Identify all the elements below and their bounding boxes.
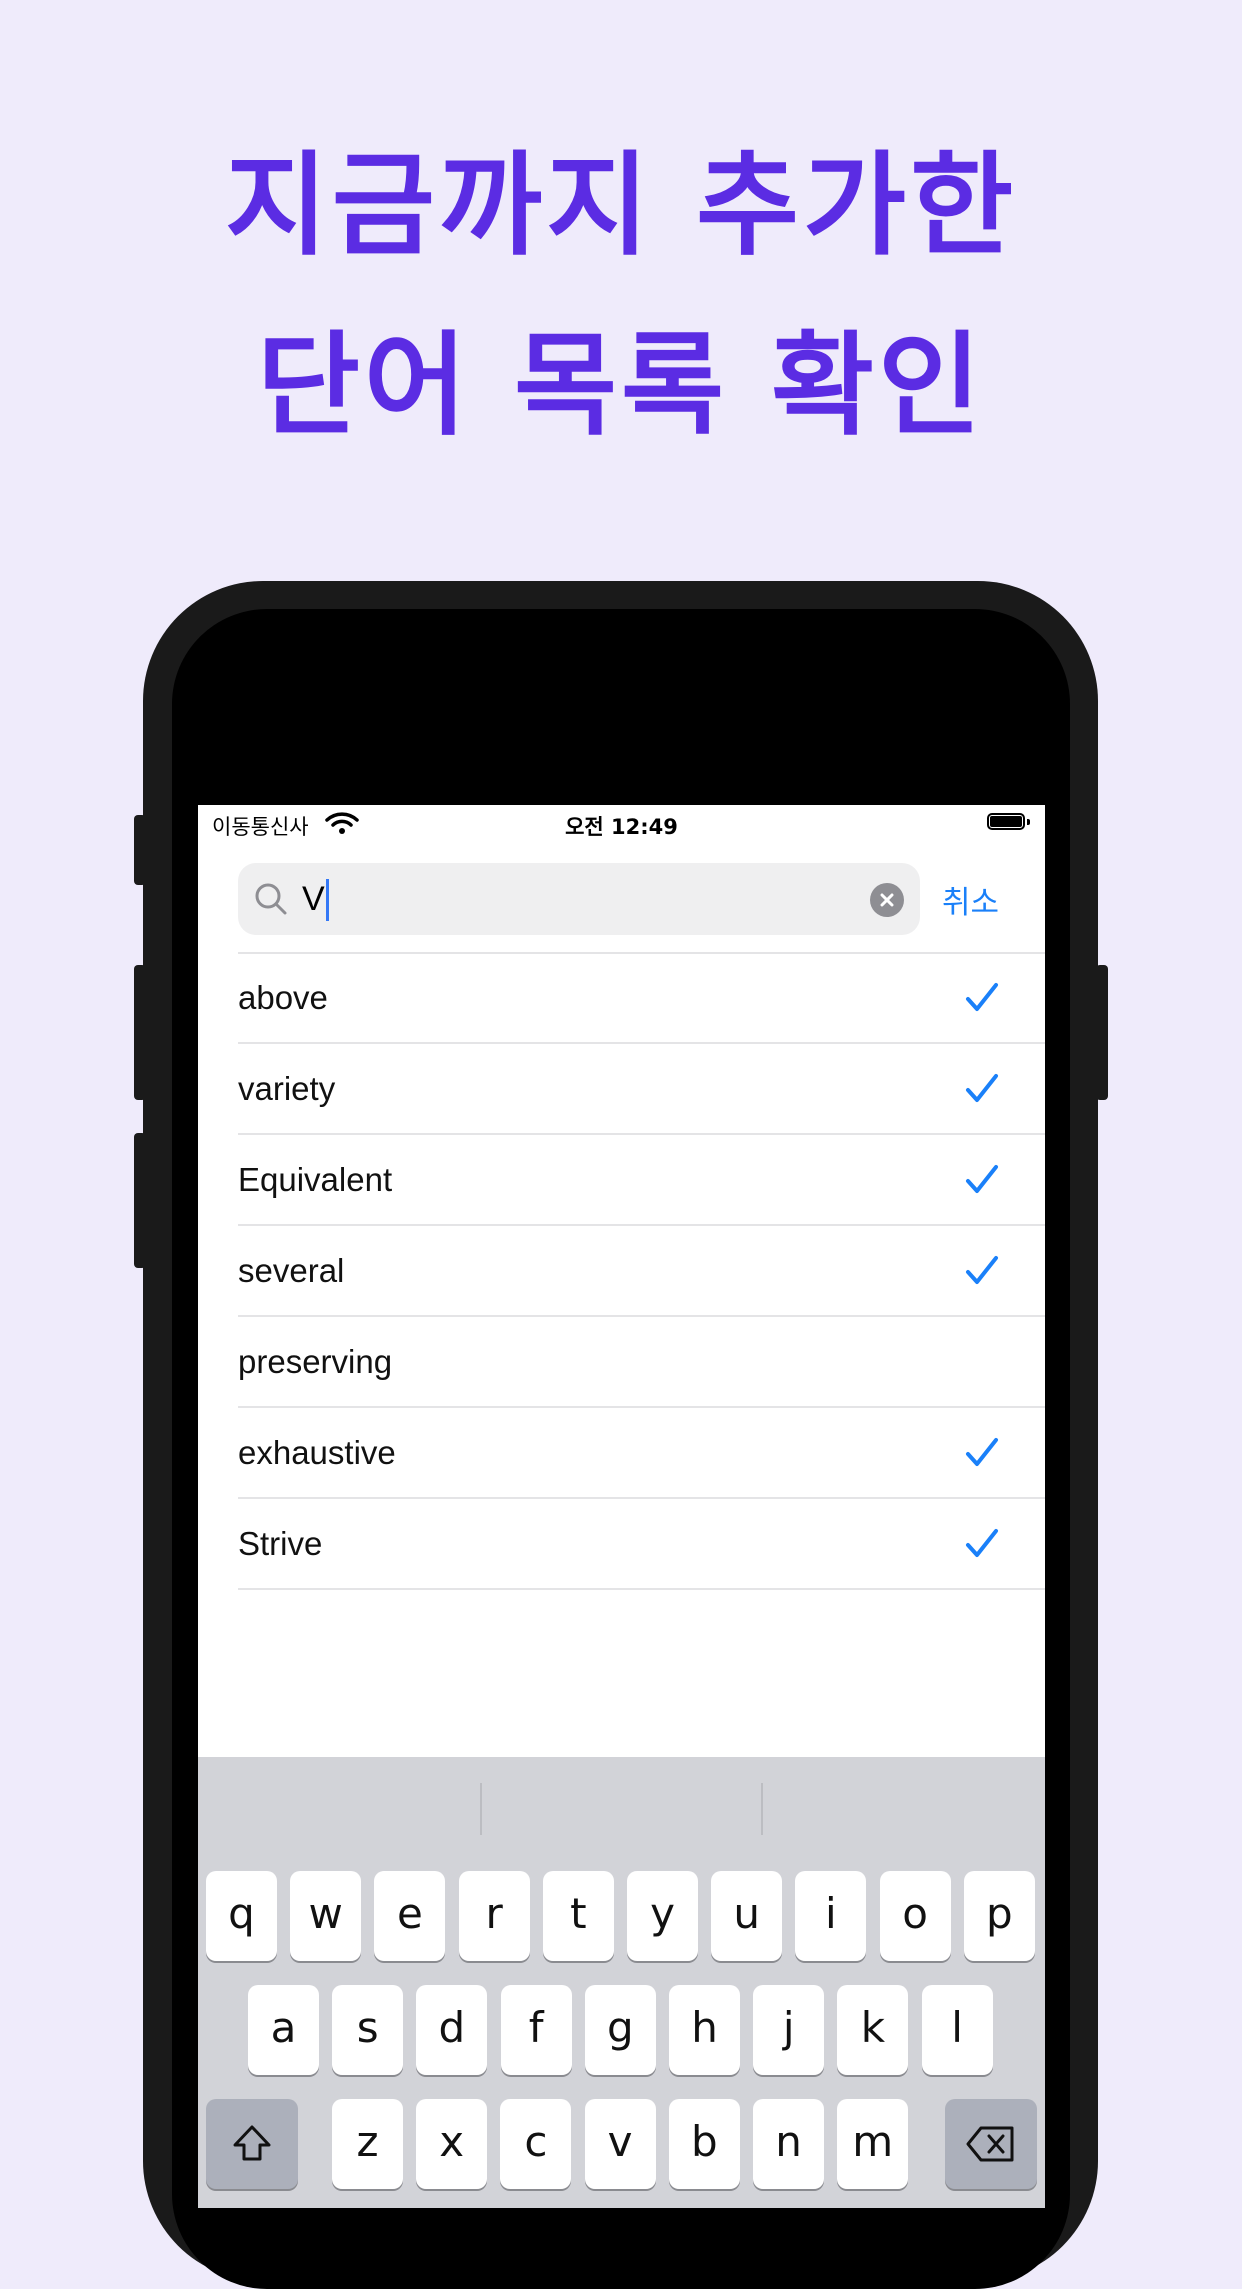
checkmark-icon: [966, 983, 998, 1011]
key-t[interactable]: t: [542, 1871, 614, 1961]
search-bar[interactable]: [238, 863, 920, 935]
key-i[interactable]: i: [795, 1871, 867, 1961]
volume-down-button: [134, 1133, 146, 1268]
key-m[interactable]: m: [837, 2099, 909, 2189]
backspace-icon: [966, 2126, 1014, 2162]
headline-line-1: 지금까지 추가한: [224, 141, 1018, 271]
word-row[interactable]: Equivalent: [198, 1135, 1045, 1226]
close-icon: [880, 893, 894, 907]
key-a[interactable]: a: [248, 1985, 319, 2075]
word-label: several: [238, 1252, 345, 1289]
row-separator: [238, 1588, 1045, 1590]
status-bar: 이동통신사 오전 12:49: [198, 805, 1045, 845]
text-caret: [326, 879, 329, 921]
shift-key[interactable]: [206, 2099, 298, 2189]
word-row[interactable]: exhaustive: [198, 1408, 1045, 1499]
key-d[interactable]: d: [416, 1985, 488, 2075]
key-s[interactable]: s: [332, 1985, 404, 2075]
word-label: above: [238, 979, 328, 1016]
word-label: Equivalent: [238, 1161, 393, 1198]
key-h[interactable]: h: [669, 1985, 740, 2075]
word-row[interactable]: preserving: [198, 1317, 1045, 1408]
shift-icon: [233, 2125, 271, 2161]
word-row[interactable]: variety: [198, 1044, 1045, 1135]
key-k[interactable]: k: [837, 1985, 909, 2075]
word-label: preserving: [238, 1343, 393, 1380]
word-label: exhaustive: [238, 1434, 396, 1471]
key-r[interactable]: r: [458, 1871, 530, 1961]
key-j[interactable]: j: [753, 1985, 825, 2075]
word-row[interactable]: Strive: [198, 1499, 1045, 1590]
word-list: above variety Equivalent several preserving e…: [198, 953, 1045, 1590]
key-l[interactable]: l: [921, 1985, 993, 2075]
word-row[interactable]: several: [198, 1226, 1045, 1317]
key-e[interactable]: e: [374, 1871, 446, 1961]
key-n[interactable]: n: [753, 2099, 824, 2189]
checkmark-icon: [966, 1165, 998, 1193]
key-q[interactable]: q: [206, 1871, 277, 1961]
prediction-divider: [480, 1783, 482, 1835]
word-label: Strive: [238, 1525, 323, 1562]
mute-switch: [134, 815, 146, 885]
key-p[interactable]: p: [963, 1871, 1035, 1961]
volume-up-button: [134, 965, 146, 1100]
word-row[interactable]: above: [198, 953, 1045, 1044]
search-icon: [255, 883, 287, 915]
clear-text-button[interactable]: [870, 883, 904, 917]
checkmark-icon: [966, 1074, 998, 1102]
checkmark-icon: [966, 1438, 998, 1466]
phone-screen: 이동통신사 오전 12:49 취소 abovevarietyEquivalent…: [198, 805, 1045, 2208]
delete-key[interactable]: [945, 2099, 1037, 2189]
key-x[interactable]: x: [416, 2099, 488, 2189]
key-w[interactable]: w: [290, 1871, 362, 1961]
key-f[interactable]: f: [500, 1985, 572, 2075]
headline-line-2: 단어 목록 확인: [256, 321, 986, 451]
key-g[interactable]: g: [584, 1985, 656, 2075]
keyboard: qwertyuiop asdfghjkl zxcvbnm: [198, 1757, 1045, 2208]
key-o[interactable]: o: [879, 1871, 951, 1961]
key-z[interactable]: z: [332, 2099, 403, 2189]
key-y[interactable]: y: [627, 1871, 698, 1961]
checkmark-icon: [966, 1256, 998, 1284]
status-time: 오전 12:49: [565, 815, 678, 839]
word-label: variety: [238, 1070, 336, 1107]
power-button: [1096, 965, 1108, 1100]
search-input[interactable]: [302, 877, 842, 921]
key-u[interactable]: u: [711, 1871, 783, 1961]
key-c[interactable]: c: [500, 2099, 572, 2189]
key-b[interactable]: b: [668, 2099, 740, 2189]
checkmark-icon: [966, 1529, 998, 1557]
key-v[interactable]: v: [584, 2099, 656, 2189]
battery-icon: [987, 813, 1031, 832]
prediction-divider: [761, 1783, 763, 1835]
cancel-button[interactable]: 취소: [942, 877, 999, 922]
